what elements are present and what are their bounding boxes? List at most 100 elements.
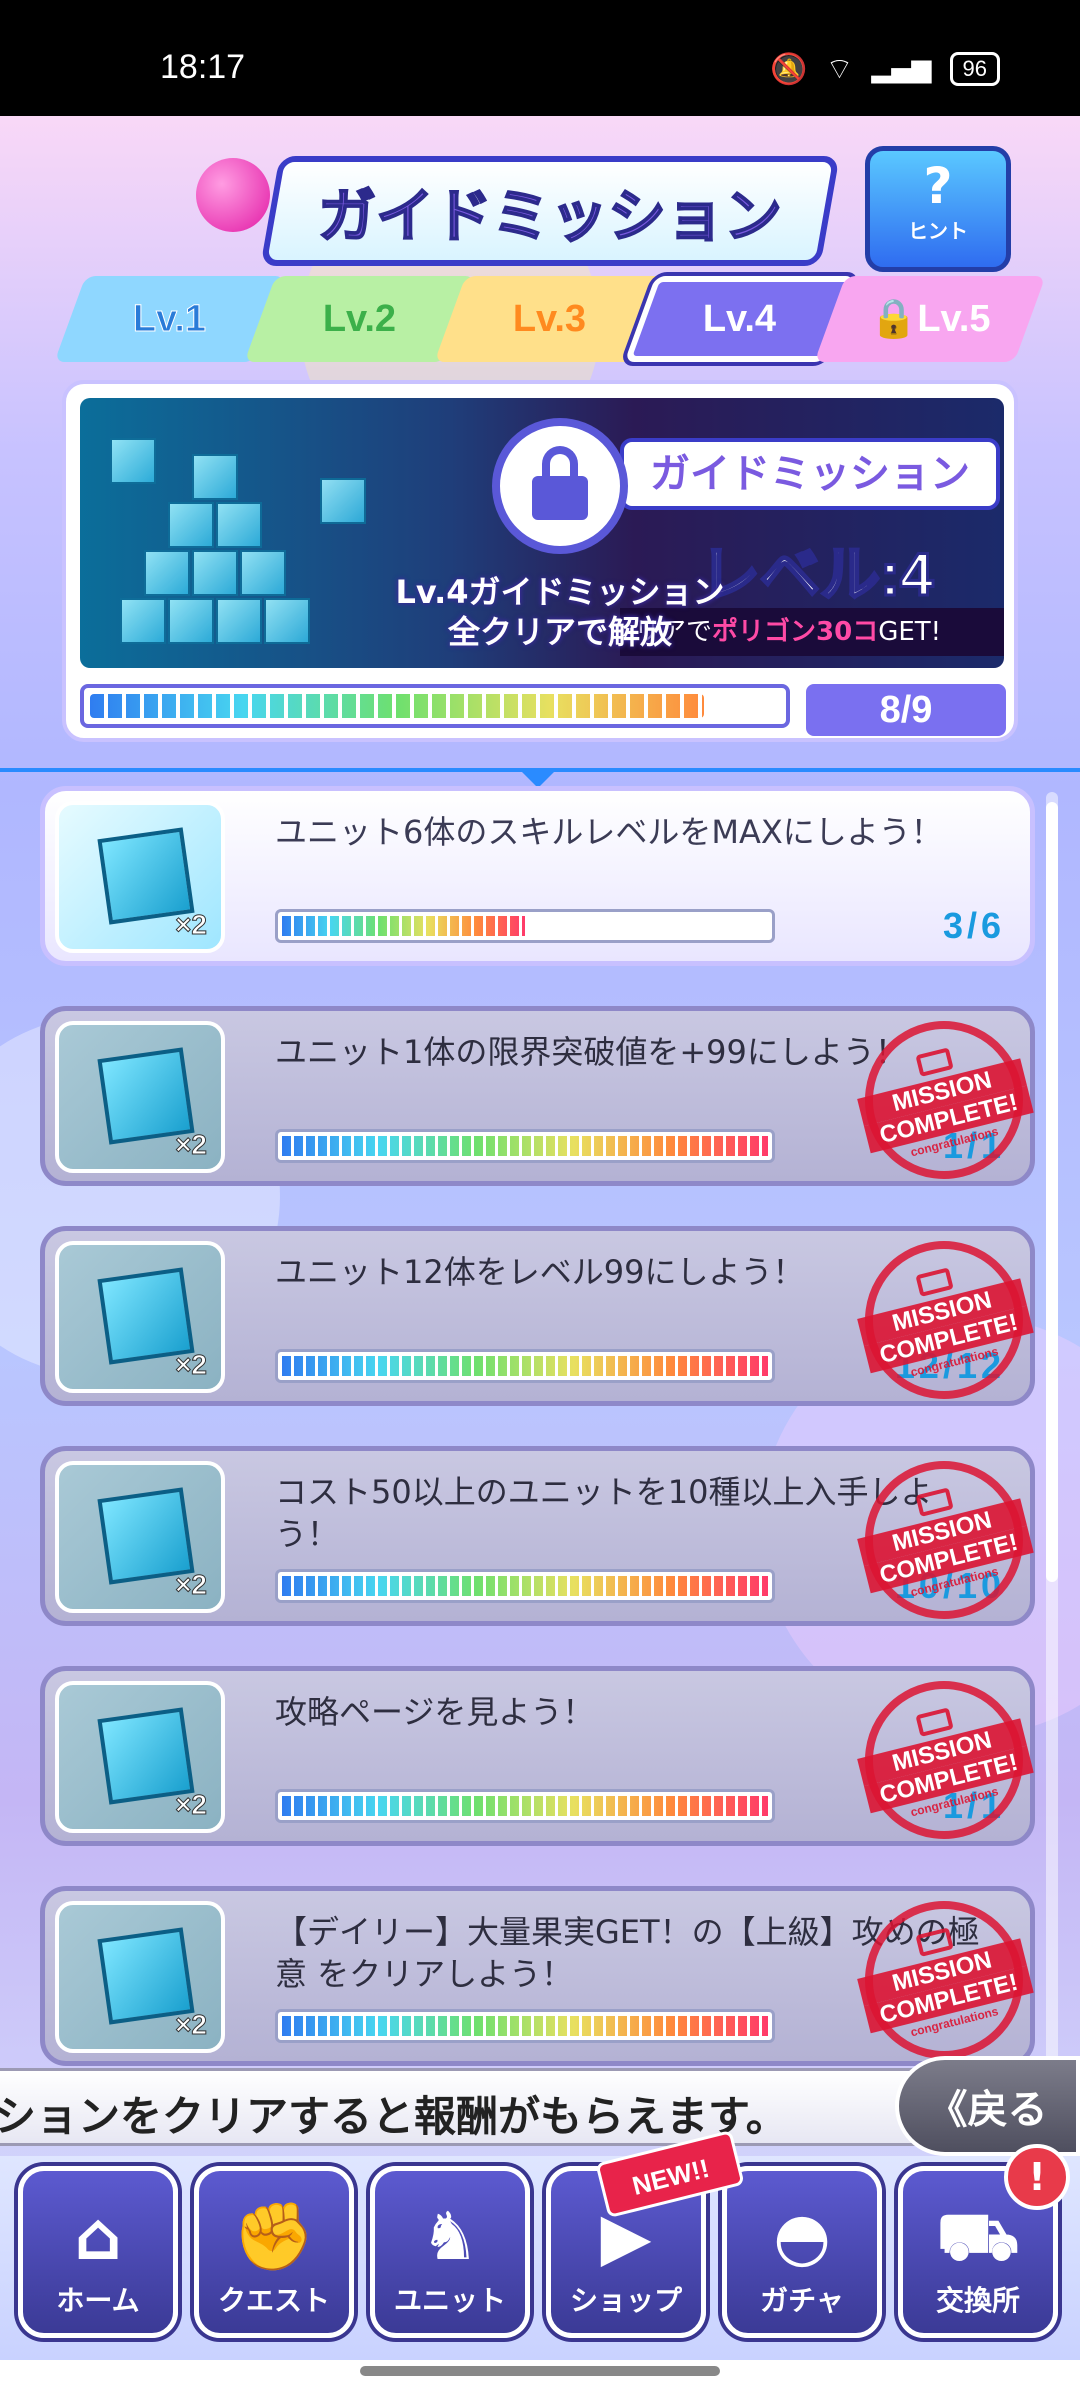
mission-row[interactable]: ×2 ユニット12体をレベル99にしよう！ 12/12 MISSION COMPLETE… — [40, 1224, 1040, 1416]
mission-row[interactable]: ×2 コスト50以上のユニットを10種以上入手しよう！ 10/10 MISSION CO… — [40, 1444, 1040, 1636]
overall-progress-bar — [80, 684, 790, 728]
stamp-ring-icon — [915, 1707, 954, 1737]
lock-caption-line2: 全クリアで解放 — [447, 613, 672, 651]
lock-caption-line1: Lv.4ガイドミッション — [395, 573, 725, 611]
mission-row[interactable]: ×2 【デイリー】大量果実GET！の【上級】攻めの極意 をクリアしよう！ MISSI… — [40, 1884, 1040, 2066]
stamp-ring-icon — [915, 1487, 954, 1517]
reward-cube-icon: ×2 — [55, 1681, 225, 1833]
scrollbar[interactable] — [1046, 792, 1058, 2182]
mission-progress-fill — [282, 1136, 768, 1156]
mute-icon: 🔕 — [769, 51, 808, 87]
nav-button-egg[interactable]: ◓ ガチャ — [722, 2166, 882, 2338]
lock-body — [532, 446, 588, 520]
header-banner: ガイドミッション — [260, 156, 840, 266]
reward-cube-icon: ×2 — [55, 1461, 225, 1613]
overall-progress-fill — [90, 694, 705, 718]
home-icon: ⌂ — [74, 2198, 122, 2275]
back-button[interactable]: 《戻る — [895, 2056, 1080, 2156]
mission-progress-bar — [275, 909, 775, 943]
mission-progress-bar — [275, 2009, 775, 2043]
reward-cube-icon: ×2 — [55, 801, 225, 953]
handshake-icon: ✊ — [232, 2198, 316, 2275]
nav-label: ガチャ — [760, 2284, 844, 2317]
tab-label: Lv.5 — [917, 298, 991, 340]
lock-icon — [492, 418, 628, 554]
cube-icon — [120, 598, 166, 644]
scrollbar-thumb[interactable] — [1046, 802, 1058, 1582]
reward-banner-title: ガイドミッション — [620, 438, 1000, 510]
nav-button-home[interactable]: ⌂ ホーム — [18, 2166, 178, 2338]
reward-banner-image: ガイドミッション レベル:4 リアでポリゴン30コGET! Lv.4ガイドミッシ… — [80, 398, 1004, 668]
overall-progress-count: 8/9 — [806, 684, 1006, 736]
signal-icon: ▂▄▆ — [871, 54, 932, 84]
mission-row[interactable]: ×2 ユニット1体の限界突破値を+99にしよう！ 1/1 MISSION COMPLET… — [40, 1004, 1040, 1196]
header-orb-icon — [196, 158, 270, 232]
tab-label: Lv.2 — [323, 297, 397, 340]
reward-cube-icon: ×2 — [55, 1241, 225, 1393]
stamp-ring-icon — [915, 1267, 954, 1297]
bottom-navigation: ⛟ 交換所 ◓ ガチャ ▶ ショップ ♞ ユニット ✊ クエスト ⌂ ホーム NEW!! ! — [0, 2129, 1080, 2360]
mission-progress-bar — [275, 1129, 775, 1163]
lock-shackle — [542, 446, 578, 482]
wifi-icon: ⌔ — [825, 52, 854, 87]
reward-multiplier: ×2 — [175, 909, 208, 941]
cube-icon — [110, 438, 156, 484]
nav-button-handshake[interactable]: ✊ クエスト — [194, 2166, 354, 2338]
reward-multiplier: ×2 — [175, 1129, 208, 1161]
stamp-ring-icon — [915, 1047, 954, 1077]
reward-multiplier: ×2 — [175, 1349, 208, 1381]
status-icons: 🔕 ⌔ ▂▄▆ 96 — [770, 50, 1000, 88]
mission-progress-fill — [282, 916, 525, 936]
mission-row[interactable]: ×2 攻略ページを見よう！ 1/1 MISSION COMPLETE! congratul… — [40, 1664, 1040, 1856]
cube-icon — [168, 598, 214, 644]
nav-label: 交換所 — [935, 2284, 1020, 2317]
question-icon: ? — [923, 157, 953, 215]
ticker-text: ションをクリアすると報酬がもらえます。 — [0, 2092, 788, 2141]
mission-text: ユニット6体のスキルレベルをMAXにしよう！ — [275, 813, 943, 851]
hint-button[interactable]: ? ヒント — [865, 146, 1011, 272]
tab-label: Lv.3 — [513, 297, 587, 340]
nav-label: ユニット — [393, 2284, 506, 2317]
reward-cube-icon: ×2 — [55, 1901, 225, 2053]
battery-indicator: 96 — [949, 52, 1000, 86]
cube-icon — [216, 598, 262, 644]
cube-icon — [168, 502, 214, 548]
nav-button-rabbit[interactable]: ♞ ユニット — [370, 2166, 530, 2338]
reward-cube-icon: ×2 — [55, 1021, 225, 1173]
mission-progress-bar — [275, 1789, 775, 1823]
cube-icon — [320, 478, 366, 524]
stamp-ring-icon — [915, 1927, 954, 1957]
mission-progress-fill — [282, 1356, 768, 1376]
nav-label: ホーム — [56, 2284, 140, 2317]
mission-progress-fill — [282, 1576, 768, 1596]
mission-row[interactable]: ×2 ユニット6体のスキルレベルをMAXにしよう！ 3/6 — [40, 786, 1035, 966]
hint-label: ヒント — [908, 219, 968, 243]
tab-label-locked: 🔒Lv.5 — [870, 297, 991, 341]
cube-icon — [144, 550, 190, 596]
nav-label: クエスト — [217, 2284, 330, 2317]
polygon-cube-pile — [90, 418, 370, 658]
cube-icon — [240, 550, 286, 596]
mission-progress-bar — [275, 1349, 775, 1383]
nav-label: ショップ — [569, 2284, 682, 2317]
level-reward-card: ガイドミッション レベル:4 リアでポリゴン30コGET! Lv.4ガイドミッシ… — [62, 380, 1018, 742]
page-title: ガイドミッション — [317, 181, 783, 251]
tab-label: Lv.1 — [133, 297, 207, 340]
cube-icon — [192, 454, 238, 500]
reward-multiplier: ×2 — [175, 1789, 208, 1821]
egg-icon: ◓ — [773, 2198, 831, 2275]
mission-list[interactable]: ×2 ユニット6体のスキルレベルをMAXにしよう！ 3/6 ×2 ユニット1体の限界突破… — [0, 786, 1080, 2066]
status-time: 18:17 — [160, 48, 246, 86]
tab-label: Lv.4 — [703, 297, 777, 340]
cube-icon — [264, 598, 310, 644]
reward-multiplier: ×2 — [175, 2009, 208, 2041]
rabbit-icon: ♞ — [420, 2198, 480, 2275]
status-bar: 18:17 🔕 ⌔ ▂▄▆ 96 — [0, 0, 1080, 116]
cube-icon — [192, 550, 238, 596]
tab-lv5[interactable]: 🔒Lv.5 — [814, 276, 1046, 362]
home-indicator[interactable] — [360, 2366, 720, 2376]
game-screen: ガイドミッション ? ヒント Lv.1 Lv.2 Lv.3 Lv.4 🔒Lv.5 — [0, 116, 1080, 2360]
alert-badge: ! — [1004, 2144, 1070, 2210]
cart-icon: ⛟ — [936, 2198, 1020, 2275]
reward-multiplier: ×2 — [175, 1569, 208, 1601]
